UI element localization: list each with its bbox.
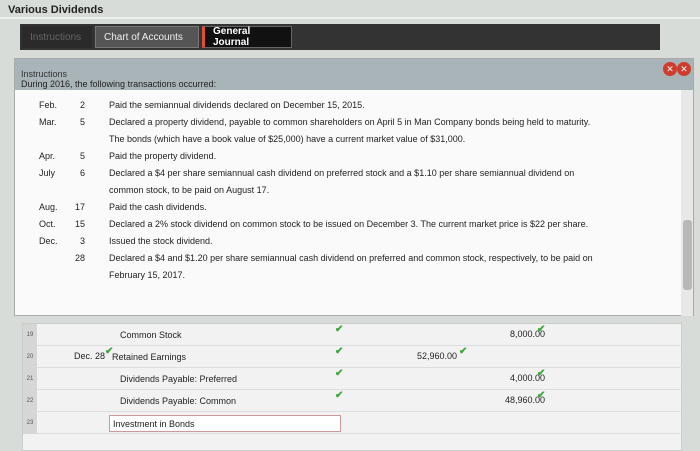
tx-month: Dec.	[39, 236, 58, 246]
instructions-panel: Instructions During 2016, the following …	[14, 58, 694, 316]
row-number: 22	[23, 390, 37, 412]
tx-month: Oct.	[39, 219, 56, 229]
account-field[interactable]: Dividends Payable: Common	[117, 393, 236, 410]
tx-text: Declared a property dividend, payable to…	[109, 117, 591, 127]
tx-text: Paid the property dividend.	[109, 151, 217, 161]
check-icon: ✔	[537, 324, 546, 335]
check-icon: ✔	[335, 390, 344, 401]
tx-month	[39, 131, 71, 148]
tx-text: common stock, to be paid on August 17.	[109, 185, 270, 195]
account-field[interactable]: Common Stock	[117, 327, 182, 344]
transaction-row: Oct. 15 Declared a 2% stock dividend on co…	[39, 216, 649, 233]
tx-month: Feb.	[39, 100, 58, 110]
tx-month	[39, 182, 71, 199]
tab-chart-of-accounts[interactable]: Chart of Accounts	[95, 26, 199, 48]
tx-day: 5	[79, 117, 85, 127]
tx-day: 28	[74, 253, 85, 263]
tab-instructions[interactable]: Instructions	[22, 26, 92, 48]
transaction-row: common stock, to be paid on August 17.	[39, 182, 649, 199]
transaction-row: The bonds (which have a book value of $2…	[39, 131, 649, 148]
general-journal-table: 19 Common Stock ✔ 8,000.00 ✔ 20 Dec. 28 …	[22, 323, 683, 451]
check-icon: ✔	[537, 368, 546, 379]
tx-day: 5	[79, 151, 85, 161]
transaction-list: Feb. 2 Paid the semiannual dividends decla…	[39, 97, 649, 284]
account-field[interactable]: Investment in Bonds	[109, 415, 341, 432]
transaction-row: Feb. 2 Paid the semiannual dividends decla…	[39, 97, 649, 114]
app-title: Various Dividends	[8, 4, 104, 16]
check-icon: ✔	[335, 346, 344, 357]
title-divider	[0, 17, 700, 19]
tab-general-journal[interactable]: General Journal	[202, 26, 292, 48]
tx-day: 2	[79, 100, 85, 110]
tx-month	[39, 267, 71, 284]
transaction-row: Dec. 3 Issued the stock dividend.	[39, 233, 649, 250]
tx-day	[71, 131, 91, 148]
row-number: 23	[23, 412, 37, 434]
panel-title: Instructions	[21, 69, 68, 79]
tx-day	[71, 267, 91, 284]
tx-month: July	[39, 168, 56, 178]
tx-month: Mar.	[39, 117, 57, 127]
table-row: 21 Dividends Payable: Preferred ✔ 4,000.…	[23, 368, 683, 390]
tx-day: 17	[74, 202, 85, 212]
table-row: 22 Dividends Payable: Common ✔ 48,960.00…	[23, 390, 683, 412]
tx-text: Declared a $4 and $1.20 per share semian…	[109, 253, 593, 263]
tx-text: Paid the cash dividends.	[109, 202, 207, 212]
tx-text: February 15, 2017.	[109, 270, 186, 280]
check-icon: ✔	[459, 346, 468, 357]
transaction-row: July 6 Declared a $4 per share semiannual …	[39, 165, 649, 182]
transaction-row: 28 Declared a $4 and $1.20 per share semi…	[39, 250, 649, 267]
check-icon: ✔	[537, 390, 546, 401]
close-icon[interactable]: ✕	[663, 62, 677, 76]
panel-header: Instructions During 2016, the following …	[15, 59, 693, 90]
tx-day: 6	[79, 168, 85, 178]
tx-month	[39, 250, 71, 267]
scrollbar[interactable]	[681, 90, 693, 316]
account-field[interactable]: Retained Earnings	[109, 349, 186, 366]
tx-month: Apr.	[39, 151, 56, 161]
check-icon: ✔	[335, 324, 344, 335]
transaction-row: Apr. 5 Paid the property dividend.	[39, 148, 649, 165]
tx-month: Aug.	[39, 202, 58, 212]
tx-day: 3	[79, 236, 85, 246]
tx-day	[71, 182, 91, 199]
account-field[interactable]: Dividends Payable: Preferred	[117, 371, 237, 388]
row-number: 20	[23, 346, 37, 368]
tx-text: Declared a $4 per share semiannual cash …	[109, 168, 575, 178]
close-icon[interactable]: ✕	[677, 62, 691, 76]
row-number: 19	[23, 324, 37, 346]
transaction-row: Mar. 5 Declared a property dividend, payab…	[39, 114, 649, 131]
date-field[interactable]: Dec. 28	[63, 351, 105, 361]
tx-day: 15	[74, 219, 85, 229]
tx-text: Paid the semiannual dividends declared o…	[109, 100, 365, 110]
tx-text: Issued the stock dividend.	[109, 236, 213, 246]
table-row: 20 Dec. 28 ✔ Retained Earnings ✔ 52,960.…	[23, 346, 683, 368]
scrollbar-thumb[interactable]	[683, 220, 692, 290]
check-icon: ✔	[335, 368, 344, 379]
transaction-row: February 15, 2017.	[39, 267, 649, 284]
table-row: 23 Investment in Bonds	[23, 412, 683, 434]
transaction-row: Aug. 17 Paid the cash dividends.	[39, 199, 649, 216]
row-number: 21	[23, 368, 37, 390]
debit-field[interactable]: 52,960.00	[417, 351, 457, 361]
tx-text: The bonds (which have a book value of $2…	[109, 134, 466, 144]
table-row: 19 Common Stock ✔ 8,000.00 ✔	[23, 324, 683, 346]
tab-bar: Instructions Chart of Accounts General J…	[20, 24, 660, 50]
tx-text: Declared a 2% stock dividend on common s…	[109, 219, 589, 229]
panel-intro: During 2016, the following transactions …	[21, 79, 217, 89]
